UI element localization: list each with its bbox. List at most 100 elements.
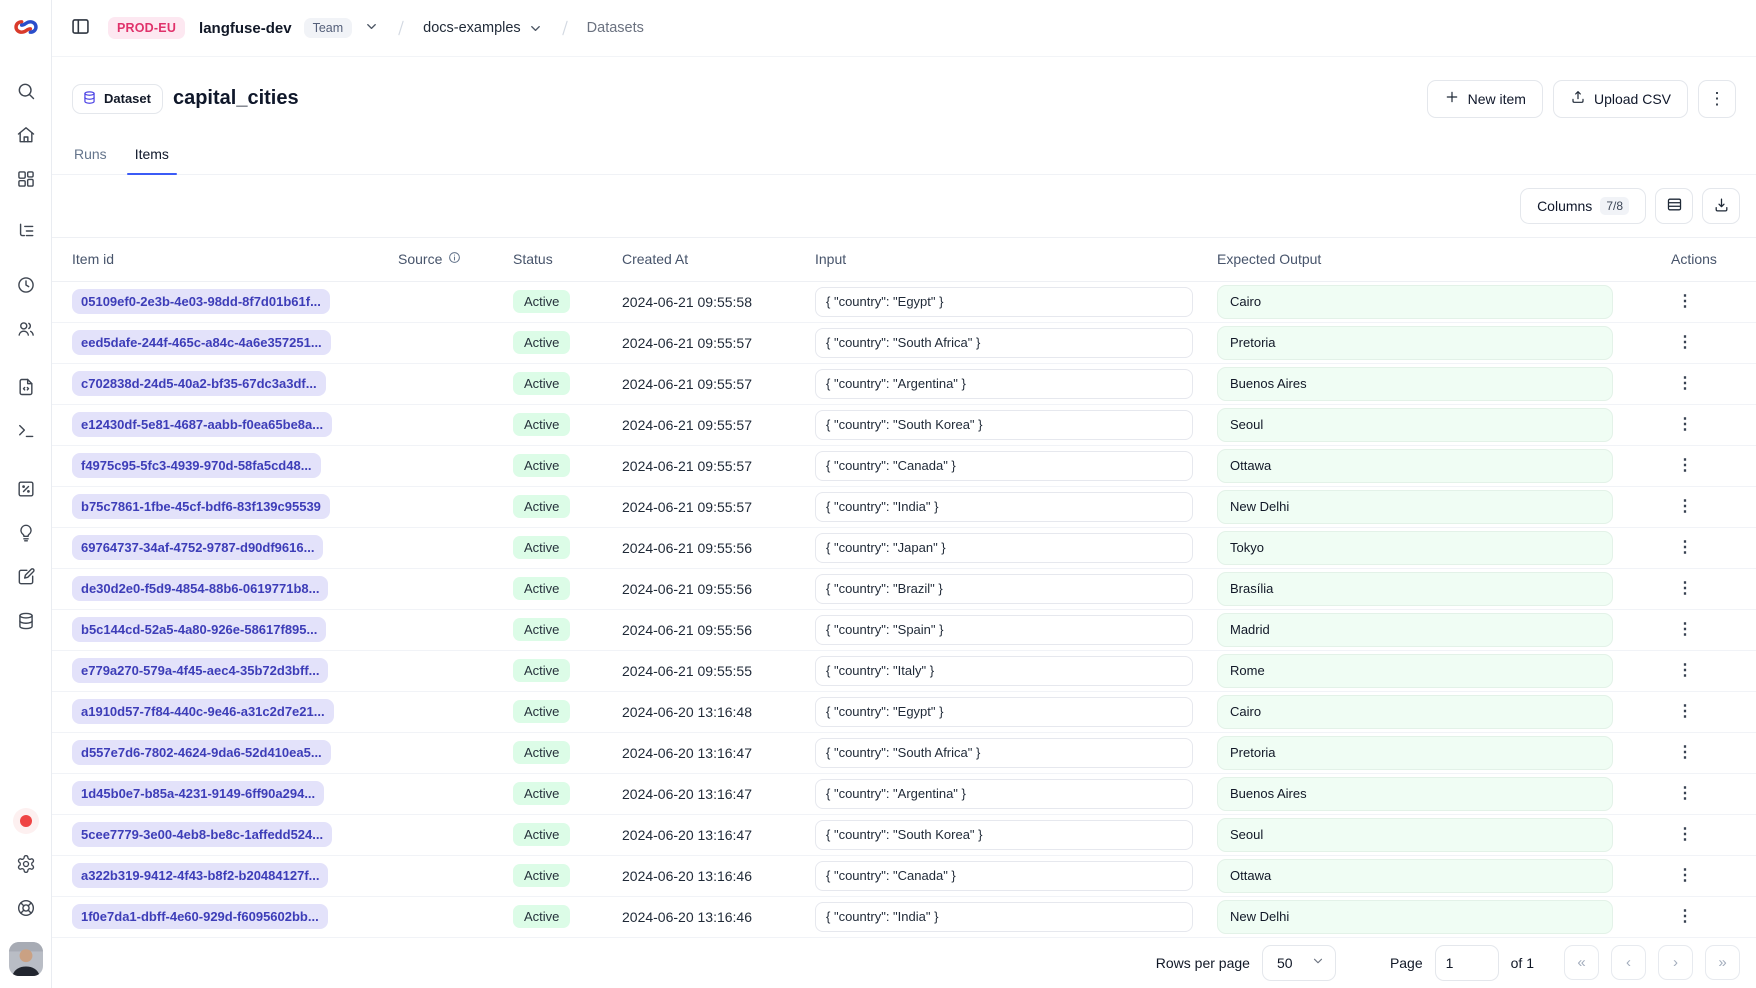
expected-output-cell[interactable]: Pretoria [1217, 736, 1613, 770]
input-cell[interactable]: { "country": "South Africa" } [815, 738, 1193, 768]
input-cell[interactable]: { "country": "Argentina" } [815, 779, 1193, 809]
item-id-link[interactable]: de30d2e0-f5d9-4854-88b6-0619771b8... [72, 576, 328, 601]
sidebar-annotation-button[interactable] [6, 558, 46, 598]
row-actions-menu-button[interactable]: ⋮ [1671, 616, 1699, 644]
tab-runs[interactable]: Runs [74, 137, 107, 174]
row-actions-menu-button[interactable]: ⋮ [1671, 329, 1699, 357]
input-cell[interactable]: { "country": "India" } [815, 492, 1193, 522]
sidebar-datasets-button[interactable] [6, 602, 46, 642]
header-input[interactable]: Input [803, 251, 1205, 267]
header-expected-output[interactable]: Expected Output [1205, 251, 1625, 267]
sidebar-users-button[interactable] [6, 310, 46, 350]
header-created-at[interactable]: Created At [610, 251, 803, 267]
item-id-link[interactable]: 05109ef0-2e3b-4e03-98dd-8f7d01b61f... [72, 289, 330, 314]
expected-output-cell[interactable]: Pretoria [1217, 326, 1613, 360]
sidebar-settings-button[interactable] [6, 845, 46, 885]
sidebar-prompts-button[interactable] [6, 368, 46, 408]
header-source[interactable]: Source [386, 251, 501, 267]
item-id-link[interactable]: eed5dafe-244f-465c-a84c-4a6e357251... [72, 330, 331, 355]
next-page-button[interactable]: › [1658, 945, 1693, 980]
row-actions-menu-button[interactable]: ⋮ [1671, 493, 1699, 521]
expected-output-cell[interactable]: Seoul [1217, 818, 1613, 852]
rows-per-page-select[interactable]: 50 [1262, 945, 1336, 981]
item-id-link[interactable]: a322b319-9412-4f43-b8f2-b20484127f... [72, 863, 328, 888]
last-page-button[interactable]: » [1705, 945, 1740, 980]
expected-output-cell[interactable]: Buenos Aires [1217, 367, 1613, 401]
input-cell[interactable]: { "country": "South Africa" } [815, 328, 1193, 358]
input-cell[interactable]: { "country": "Brazil" } [815, 574, 1193, 604]
row-actions-menu-button[interactable]: ⋮ [1671, 780, 1699, 808]
input-cell[interactable]: { "country": "Spain" } [815, 615, 1193, 645]
item-id-link[interactable]: f4975c95-5fc3-4939-970d-58fa5cd48... [72, 453, 321, 478]
expected-output-cell[interactable]: Ottawa [1217, 449, 1613, 483]
sidebar-support-button[interactable] [6, 889, 46, 929]
row-actions-menu-button[interactable]: ⋮ [1671, 411, 1699, 439]
columns-button[interactable]: Columns 7/8 [1520, 188, 1646, 224]
sidebar-toggle-button[interactable] [64, 12, 96, 44]
user-avatar[interactable] [9, 942, 43, 976]
row-actions-menu-button[interactable]: ⋮ [1671, 698, 1699, 726]
expected-output-cell[interactable]: Ottawa [1217, 859, 1613, 893]
row-actions-menu-button[interactable]: ⋮ [1671, 657, 1699, 685]
input-cell[interactable]: { "country": "Italy" } [815, 656, 1193, 686]
sidebar-tracing-button[interactable] [6, 212, 46, 252]
info-icon[interactable] [448, 251, 461, 267]
item-id-link[interactable]: 1f0e7da1-dbff-4e60-929d-f6095602bb... [72, 904, 328, 929]
item-id-link[interactable]: c702838d-24d5-40a2-bf35-67dc3a3df... [72, 371, 326, 396]
input-cell[interactable]: { "country": "Egypt" } [815, 697, 1193, 727]
expected-output-cell[interactable]: Brasília [1217, 572, 1613, 606]
item-id-link[interactable]: 5cee7779-3e00-4eb8-be8c-1affedd524... [72, 822, 332, 847]
input-cell[interactable]: { "country": "India" } [815, 902, 1193, 932]
item-id-link[interactable]: 1d45b0e7-b85a-4231-9149-6ff90a294... [72, 781, 324, 806]
row-actions-menu-button[interactable]: ⋮ [1671, 370, 1699, 398]
expected-output-cell[interactable]: Buenos Aires [1217, 777, 1613, 811]
first-page-button[interactable]: « [1564, 945, 1599, 980]
breadcrumb-section[interactable]: Datasets [587, 20, 644, 36]
input-cell[interactable]: { "country": "Argentina" } [815, 369, 1193, 399]
sidebar-insights-button[interactable] [6, 514, 46, 554]
upload-csv-button[interactable]: Upload CSV [1553, 80, 1688, 118]
recording-indicator[interactable] [6, 801, 46, 841]
expected-output-cell[interactable]: Rome [1217, 654, 1613, 688]
row-actions-menu-button[interactable]: ⋮ [1671, 288, 1699, 316]
new-item-button[interactable]: New item [1427, 80, 1543, 118]
input-cell[interactable]: { "country": "Japan" } [815, 533, 1193, 563]
sidebar-home-button[interactable] [6, 116, 46, 156]
page-number-input[interactable] [1435, 945, 1499, 981]
row-actions-menu-button[interactable]: ⋮ [1671, 821, 1699, 849]
page-actions-menu-button[interactable]: ⋮ [1698, 80, 1736, 118]
input-cell[interactable]: { "country": "South Korea" } [815, 820, 1193, 850]
expected-output-cell[interactable]: Seoul [1217, 408, 1613, 442]
row-actions-menu-button[interactable]: ⋮ [1671, 862, 1699, 890]
item-id-link[interactable]: e12430df-5e81-4687-aabb-f0ea65be8a... [72, 412, 332, 437]
input-cell[interactable]: { "country": "Egypt" } [815, 287, 1193, 317]
expected-output-cell[interactable]: Cairo [1217, 285, 1613, 319]
row-actions-menu-button[interactable]: ⋮ [1671, 739, 1699, 767]
expected-output-cell[interactable]: Cairo [1217, 695, 1613, 729]
sidebar-playground-button[interactable] [6, 412, 46, 452]
expected-output-cell[interactable]: New Delhi [1217, 490, 1613, 524]
item-id-link[interactable]: b75c7861-1fbe-45cf-bdf6-83f139c95539 [72, 494, 330, 519]
expected-output-cell[interactable]: Madrid [1217, 613, 1613, 647]
input-cell[interactable]: { "country": "Canada" } [815, 861, 1193, 891]
item-id-link[interactable]: d557e7d6-7802-4624-9da6-52d410ea5... [72, 740, 331, 765]
row-actions-menu-button[interactable]: ⋮ [1671, 903, 1699, 931]
item-id-link[interactable]: 69764737-34af-4752-9787-d90df9616... [72, 535, 323, 560]
previous-page-button[interactable]: ‹ [1611, 945, 1646, 980]
expected-output-cell[interactable]: Tokyo [1217, 531, 1613, 565]
sidebar-dashboards-button[interactable] [6, 160, 46, 200]
langfuse-logo-icon[interactable] [12, 13, 40, 41]
project-switcher[interactable]: docs-examples [423, 20, 543, 36]
row-height-button[interactable] [1655, 188, 1693, 224]
tab-items[interactable]: Items [135, 137, 169, 174]
org-name[interactable]: langfuse-dev [199, 20, 292, 37]
sidebar-search-button[interactable] [6, 72, 46, 112]
expected-output-cell[interactable]: New Delhi [1217, 900, 1613, 934]
sidebar-evaluation-button[interactable] [6, 470, 46, 510]
item-id-link[interactable]: e779a270-579a-4f45-aec4-35b72d3bff... [72, 658, 328, 683]
row-actions-menu-button[interactable]: ⋮ [1671, 452, 1699, 480]
header-item-id[interactable]: Item id [52, 251, 386, 267]
row-actions-menu-button[interactable]: ⋮ [1671, 534, 1699, 562]
row-actions-menu-button[interactable]: ⋮ [1671, 575, 1699, 603]
input-cell[interactable]: { "country": "Canada" } [815, 451, 1193, 481]
